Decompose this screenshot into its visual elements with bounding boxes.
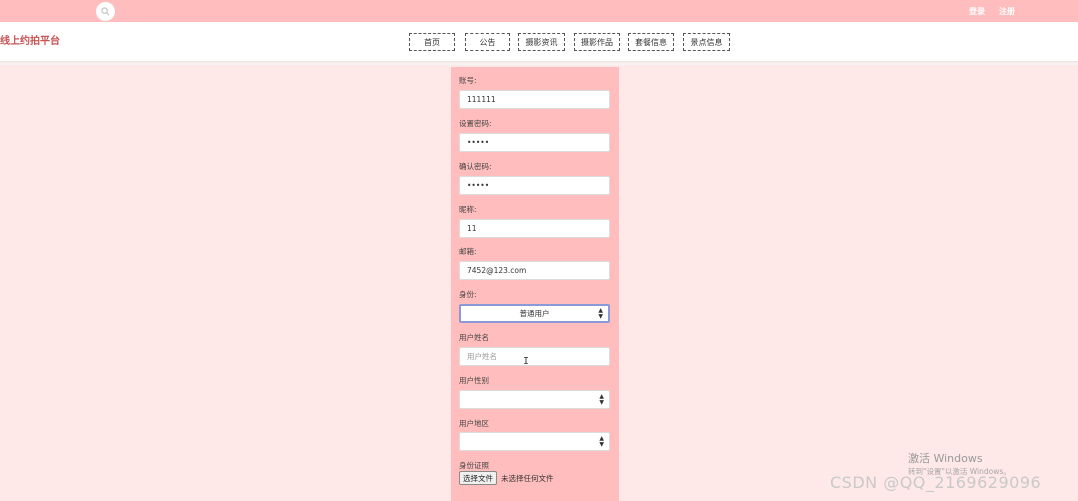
account-label: 账号: [459,76,477,85]
nav-packages[interactable]: 套餐信息 [628,33,674,51]
user-gender-label: 用户性别 [459,376,489,385]
user-name-label: 用户姓名 [459,333,489,342]
user-region-label: 用户地区 [459,419,489,428]
identity-select[interactable]: 普通用户 ▲ ▼ [459,304,610,323]
file-status-text: 未选择任何文件 [501,474,554,483]
password-label: 设置密码: [459,119,492,128]
nav-photo-news[interactable]: 摄影资讯 [518,33,565,51]
select-arrow-icon: ▲ ▼ [598,306,603,320]
select-arrow-icon: ▲ ▼ [599,392,604,406]
windows-activation-title: 激活 Windows [908,452,983,465]
nickname-label: 昵称: [459,205,477,214]
top-bar: 登录 注册 [0,0,1078,22]
select-arrow-icon: ▲ ▼ [599,434,604,448]
confirm-password-input[interactable]: ••••• [459,176,610,195]
header: 线上约拍平台 首页 公告 摄影资讯 摄影作品 套餐信息 景点信息 [0,22,1078,62]
nickname-input[interactable]: 11 [459,219,610,238]
register-link[interactable]: 注册 [999,6,1015,17]
search-button[interactable] [96,2,115,21]
register-form: 账号: 111111 设置密码: ••••• 确认密码: ••••• 昵称: 1… [451,67,619,501]
nav-scenic-spots[interactable]: 景点信息 [683,33,730,51]
identity-label: 身份: [459,290,477,299]
identity-selected-value: 普通用户 [519,309,550,318]
account-input[interactable]: 111111 [459,90,610,109]
header-divider [0,63,1078,65]
site-title: 线上约拍平台 [0,36,60,47]
nav-notices[interactable]: 公告 [465,33,510,51]
password-input[interactable]: ••••• [459,133,610,152]
email-input[interactable]: 7452@123.com [459,261,610,280]
user-gender-select[interactable]: ▲ ▼ [459,390,610,409]
nav-home[interactable]: 首页 [409,33,455,51]
id-photo-label: 身份证照 [459,461,489,470]
confirm-password-label: 确认密码: [459,162,492,171]
nav-photo-works[interactable]: 摄影作品 [574,33,620,51]
csdn-watermark: CSDN @QQ_2169629096 [830,473,1042,492]
login-link[interactable]: 登录 [969,6,985,17]
user-region-select[interactable]: ▲ ▼ [459,432,610,451]
text-cursor-icon: I [523,356,530,367]
user-name-input[interactable]: 用户姓名 [459,347,610,366]
choose-file-button[interactable]: 选择文件 [459,471,497,485]
email-label: 邮箱: [459,247,477,256]
search-icon [101,7,110,16]
